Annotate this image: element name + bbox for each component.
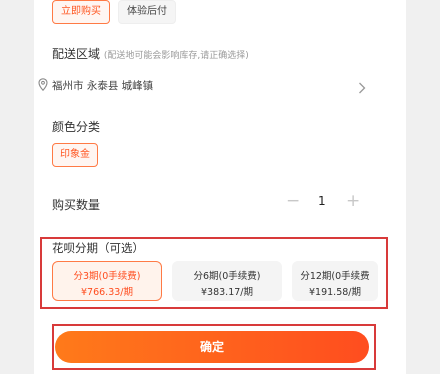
location-pin-icon [38,76,48,95]
installment-plan-12[interactable]: 分12期(0手续费 ¥191.58/期 [292,261,378,301]
plan-term: 分12期(0手续费 [300,271,370,282]
plan-amount: ¥766.33/期 [81,287,133,298]
confirm-button[interactable]: 确定 [55,331,369,363]
quantity-plus-button[interactable]: + [346,193,360,210]
buy-now-tag[interactable]: 立即购买 [52,0,110,24]
delivery-section: 配送区域 (配送地可能会影响库存,请正确选择) [52,45,249,62]
plan-term: 分3期(0手续费) [73,271,141,282]
plan-amount: ¥191.58/期 [309,287,361,298]
installment-plan-3[interactable]: 分3期(0手续费) ¥766.33/期 [52,261,162,301]
delivery-title: 配送区域 [52,47,101,61]
delivery-hint: (配送地可能会影响库存,请正确选择) [103,51,249,61]
color-title: 颜色分类 [52,120,101,134]
installment-plan-6[interactable]: 分6期(0手续费) ¥383.17/期 [172,261,282,301]
quantity-value[interactable]: 1 [318,194,326,208]
delivery-address[interactable]: 福州市 永泰县 城峰镇 [52,78,153,93]
plan-term: 分6期(0手续费) [193,271,261,282]
plan-amount: ¥383.17/期 [201,287,253,298]
color-option-selected[interactable]: 印象金 [52,143,98,167]
quantity-minus-button[interactable]: − [286,193,300,210]
chevron-right-icon[interactable] [358,79,366,98]
quantity-title: 购买数量 [52,198,101,212]
installment-title: 花呗分期（可选） [52,241,144,255]
pay-later-tag[interactable]: 体验后付 [118,0,176,24]
